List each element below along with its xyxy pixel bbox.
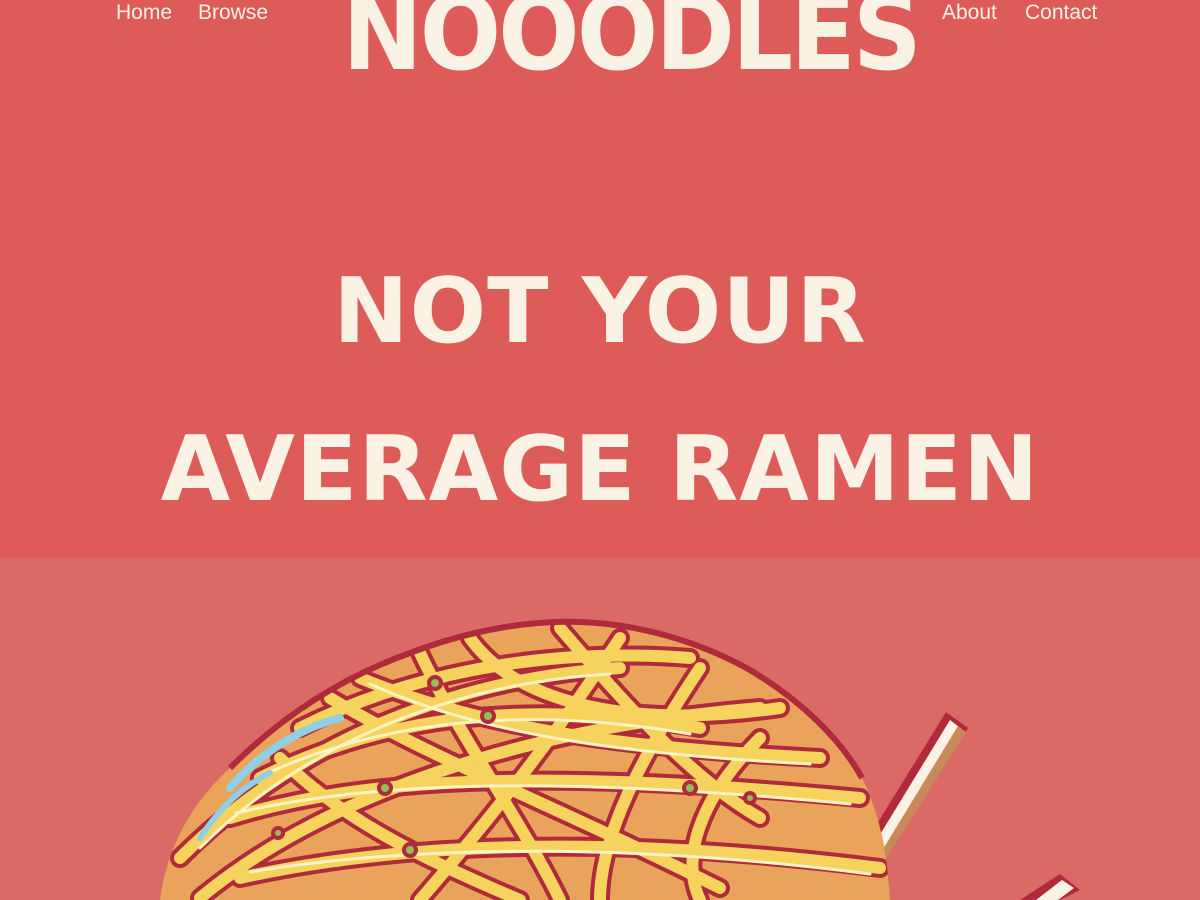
hero-section: Home Browse NOOODLES About Contact NOT Y… bbox=[0, 0, 1200, 558]
nav-link-home[interactable]: Home bbox=[116, 0, 172, 26]
hero-headline-line1: NOT YOUR bbox=[333, 259, 867, 364]
noodle-strands bbox=[160, 621, 890, 900]
hero-headline-line2: AVERAGE RAMEN bbox=[160, 417, 1040, 522]
nav-link-contact[interactable]: Contact bbox=[1025, 0, 1097, 26]
nav-link-browse[interactable]: Browse bbox=[198, 0, 268, 26]
brand-logo[interactable]: NOOODLES bbox=[342, 0, 921, 88]
nav-link-about[interactable]: About bbox=[942, 0, 997, 26]
illustration-section bbox=[0, 558, 1200, 900]
chopstick-front bbox=[1020, 874, 1080, 900]
ramen-noodles-illustration bbox=[160, 618, 1080, 900]
